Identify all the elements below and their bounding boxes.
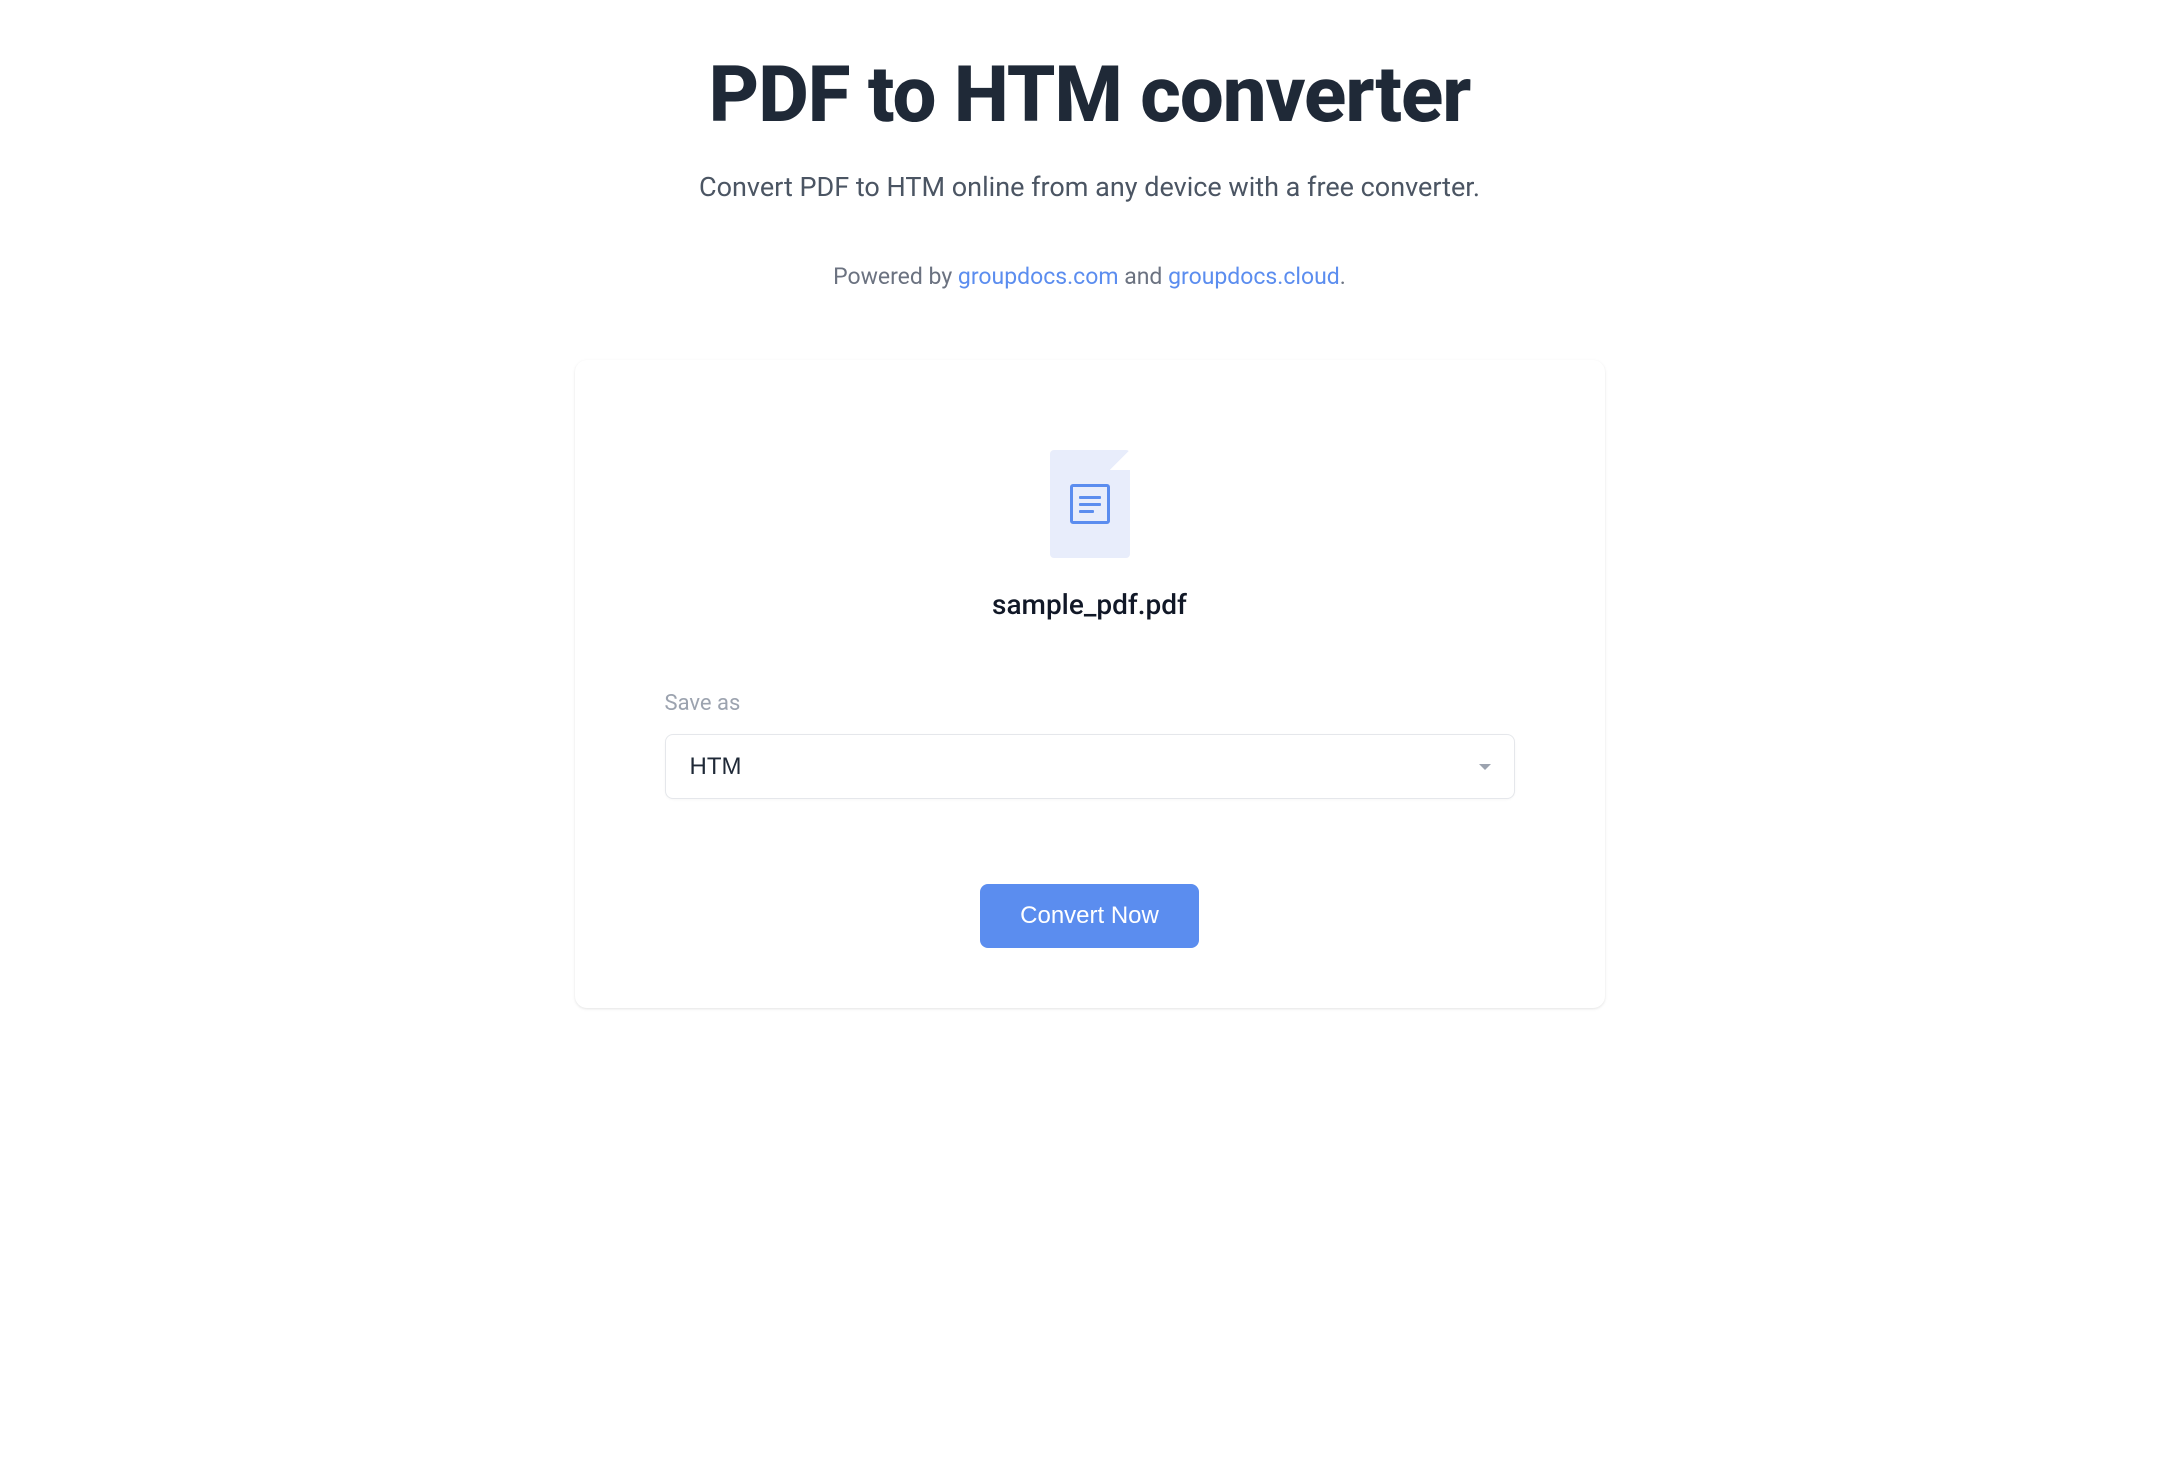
powered-by-prefix: Powered by — [833, 263, 958, 290]
convert-button[interactable]: Convert Now — [980, 884, 1199, 948]
groupdocs-com-link[interactable]: groupdocs.com — [958, 263, 1119, 290]
file-name: sample_pdf.pdf — [992, 588, 1187, 621]
powered-by-separator: and — [1119, 263, 1169, 290]
save-as-label: Save as — [665, 691, 1515, 716]
powered-by-suffix: . — [1340, 263, 1346, 290]
format-select-wrapper: HTM — [665, 734, 1515, 799]
page-title: PDF to HTM converter — [410, 50, 1770, 141]
page-subtitle: Convert PDF to HTM online from any devic… — [410, 171, 1770, 203]
file-display: sample_pdf.pdf — [665, 450, 1515, 621]
document-icon-inner — [1070, 484, 1110, 524]
converter-card: sample_pdf.pdf Save as HTM Convert Now — [575, 360, 1605, 1008]
groupdocs-cloud-link[interactable]: groupdocs.cloud — [1168, 263, 1340, 290]
powered-by-text: Powered by groupdocs.com and groupdocs.c… — [410, 263, 1770, 290]
format-select[interactable]: HTM — [665, 734, 1515, 799]
document-icon — [1050, 450, 1130, 558]
